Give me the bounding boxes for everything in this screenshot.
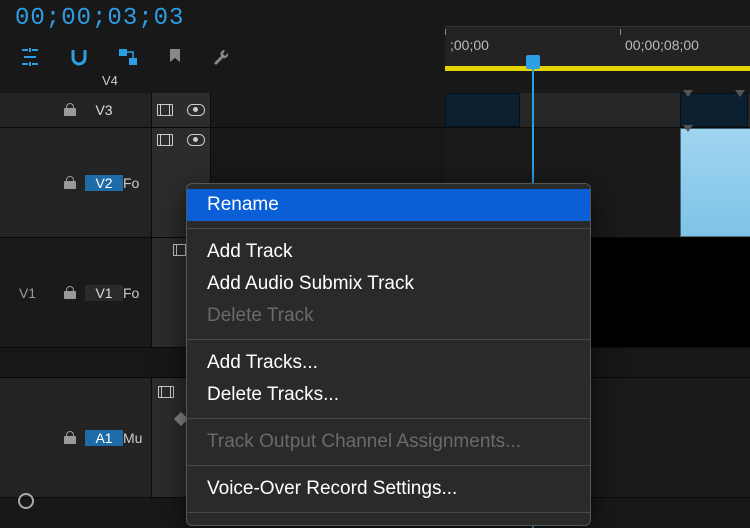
track-target-v2[interactable]: V2 [85,175,123,191]
menu-separator [187,465,590,466]
lock-icon[interactable] [63,176,77,190]
lock-icon[interactable] [63,431,77,445]
source-patching-icon[interactable] [158,386,174,398]
menu-separator [187,512,590,513]
menu-add-submix[interactable]: Add Audio Submix Track [187,268,590,300]
marker-strip [445,66,750,71]
menu-delete-tracks[interactable]: Delete Tracks... [187,379,590,411]
source-patching-icon[interactable] [157,104,173,116]
menu-add-track[interactable]: Add Track [187,236,590,268]
time-ruler[interactable]: ;00;00 00;00;08;00 [445,26,750,71]
track-name-v1[interactable]: Fo [123,285,151,301]
menu-voiceover-settings[interactable]: Voice-Over Record Settings... [187,473,590,505]
snap-icon[interactable] [70,48,88,71]
menu-delete-track: Delete Track [187,300,590,332]
menu-separator [187,228,590,229]
menu-separator [187,418,590,419]
track-name-v2[interactable]: Fo [123,175,151,191]
linked-selection-icon[interactable] [118,48,138,71]
track-visibility-icon[interactable] [187,134,205,146]
track-visibility-icon[interactable] [187,104,205,116]
track-target-v3[interactable]: V3 [85,102,123,118]
menu-output-assignments: Track Output Channel Assignments... [187,426,590,458]
track-context-menu: Rename Add Track Add Audio Submix Track … [186,183,591,526]
ruler-tick: ;00;00 [450,37,489,53]
track-content-v3[interactable] [445,93,750,127]
lock-icon[interactable] [63,286,77,300]
track-target-v1[interactable]: V1 [85,285,123,301]
source-track-v1[interactable]: V1 [0,285,55,301]
menu-separator [187,339,590,340]
zoom-scroll-indicator[interactable] [18,493,34,509]
menu-rename[interactable]: Rename [187,189,590,221]
insert-toggle-icon[interactable] [20,48,40,71]
playhead-indicator[interactable] [526,55,540,69]
track-label-v4: V4 [102,73,118,88]
track-target-a1[interactable]: A1 [85,430,123,446]
track-name-a1[interactable]: Mu [123,430,151,446]
marker-icon[interactable] [168,48,182,71]
lock-icon[interactable] [63,103,77,117]
ruler-tick: 00;00;08;00 [625,37,699,53]
playhead-timecode[interactable]: 00;00;03;03 [15,5,184,32]
source-patching-icon[interactable] [157,134,173,146]
wrench-icon[interactable] [212,48,230,71]
menu-add-tracks[interactable]: Add Tracks... [187,347,590,379]
